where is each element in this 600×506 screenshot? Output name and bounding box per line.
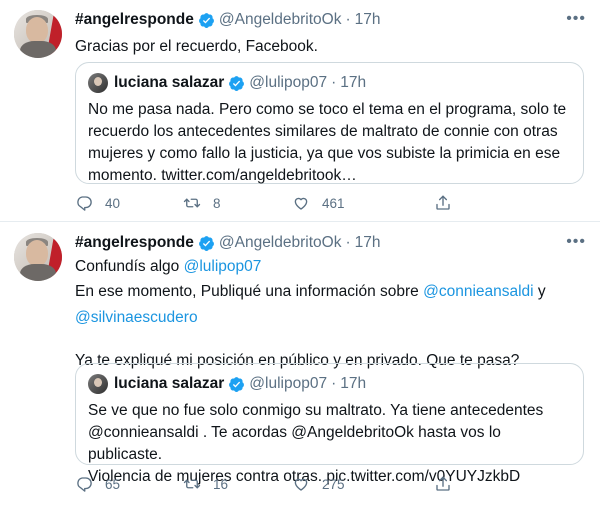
tweet-text-line: @silvinaescudero — [75, 307, 586, 329]
reply-count: 65 — [105, 476, 121, 492]
like-button[interactable]: 275 — [292, 475, 434, 493]
mention-link[interactable]: @lulipop07 — [184, 258, 262, 275]
retweet-button[interactable]: 8 — [183, 194, 292, 212]
reply-button[interactable]: 40 — [75, 194, 183, 212]
author-name[interactable]: #angelresponde — [75, 234, 194, 252]
share-button[interactable] — [434, 194, 452, 212]
author-avatar[interactable] — [14, 233, 62, 281]
text-segment: y — [533, 283, 546, 300]
quoted-text-line: @connieansaldi . Te acordas @Angeldebrit… — [88, 424, 501, 463]
tweet-actions: 40 8 461 — [75, 194, 505, 212]
quoted-tweet-header: luciana salazar @lulipop07 · 17h — [88, 374, 366, 394]
author-name[interactable]: #angelresponde — [75, 11, 194, 29]
quoted-author-avatar — [88, 73, 108, 93]
like-count: 275 — [322, 476, 345, 492]
tweet-body: #angelresponde @AngeldebritoOk · 17h •••… — [75, 233, 586, 372]
quoted-author-handle: @lulipop07 — [249, 375, 328, 392]
share-button[interactable] — [434, 475, 452, 493]
tweet-text: Gracias por el recuerdo, Facebook. — [75, 36, 586, 58]
share-icon — [436, 476, 450, 491]
more-icon[interactable]: ••• — [566, 10, 586, 28]
separator-dot: · — [331, 74, 337, 91]
tweet-text-line: En ese momento, Publiqué una información… — [75, 281, 586, 303]
reply-icon — [77, 196, 92, 211]
reply-icon — [77, 477, 92, 492]
verified-badge-icon — [198, 12, 214, 28]
like-button[interactable]: 461 — [292, 194, 434, 212]
like-icon — [294, 197, 308, 210]
retweet-button[interactable]: 16 — [183, 475, 292, 493]
text-segment: En ese momento, Publiqué una información… — [75, 283, 424, 300]
reply-count: 40 — [105, 195, 121, 211]
separator-dot: · — [345, 11, 351, 28]
separator-dot: · — [331, 375, 337, 392]
quoted-tweet-text: No me pasa nada. Pero como se toco el te… — [88, 99, 571, 187]
mention-link[interactable]: @connieansaldi — [423, 283, 534, 300]
quoted-text-line: mujeres y como fallo la justicia, ya que… — [88, 145, 561, 162]
tweet-actions: 65 16 275 — [75, 475, 505, 493]
verified-badge-icon — [229, 376, 245, 392]
quoted-tweet-time: 17h — [340, 375, 367, 392]
tweet-body: #angelresponde @AngeldebritoOk · 17h •••… — [75, 10, 586, 58]
share-icon — [436, 195, 450, 210]
tweet-text-line: Gracias por el recuerdo, Facebook. — [75, 38, 318, 55]
author-handle[interactable]: @AngeldebritoOk — [219, 234, 342, 252]
tweet-time[interactable]: 17h — [355, 11, 381, 29]
author-handle[interactable]: @AngeldebritoOk — [219, 11, 342, 29]
quoted-text-line: No me pasa nada. Pero como se toco el te… — [88, 101, 567, 118]
quoted-author-handle: @lulipop07 — [249, 74, 328, 91]
quoted-author-name: luciana salazar — [114, 375, 225, 392]
tweet-1[interactable]: #angelresponde @AngeldebritoOk · 17h •••… — [0, 0, 600, 222]
tweet-time[interactable]: 17h — [355, 234, 381, 252]
tweet-text-line: Confundís algo @lulipop07 — [75, 256, 586, 278]
quoted-text-line: momento. twitter.com/angeldebritook… — [88, 167, 357, 184]
text-segment: Confundís algo — [75, 258, 184, 275]
tweet-header: #angelresponde @AngeldebritoOk · 17h ••• — [75, 233, 586, 253]
quoted-tweet-header: luciana salazar @lulipop07 · 17h — [88, 73, 366, 93]
quoted-tweet[interactable]: luciana salazar @lulipop07 · 17h Se ve q… — [75, 363, 584, 485]
quoted-text-line: recuerdo los antecedentes similares de m… — [88, 123, 558, 140]
reply-button[interactable]: 65 — [75, 475, 183, 493]
more-icon[interactable]: ••• — [566, 233, 586, 251]
verified-badge-icon — [198, 235, 214, 251]
quoted-text-line: Se ve que no fue solo conmigo su maltrat… — [88, 402, 544, 419]
author-avatar[interactable] — [14, 10, 62, 58]
quoted-tweet-time: 17h — [340, 74, 367, 91]
retweet-count: 8 — [213, 195, 221, 211]
retweet-count: 16 — [213, 476, 229, 492]
tweet-text: Confundís algo @lulipop07 En ese momento… — [75, 256, 586, 372]
mention-link[interactable]: @silvinaescudero — [75, 309, 198, 326]
retweet-icon — [183, 198, 201, 208]
quoted-tweet[interactable]: luciana salazar @lulipop07 · 17h No me p… — [75, 62, 584, 184]
tweet-2[interactable]: #angelresponde @AngeldebritoOk · 17h •••… — [0, 223, 600, 506]
like-count: 461 — [322, 195, 345, 211]
quoted-author-avatar — [88, 374, 108, 394]
verified-badge-icon — [229, 75, 245, 91]
like-icon — [294, 478, 308, 491]
quoted-author-name: luciana salazar — [114, 74, 225, 91]
retweet-icon — [183, 479, 201, 489]
tweet-header: #angelresponde @AngeldebritoOk · 17h ••• — [75, 10, 586, 30]
separator-dot: · — [345, 234, 351, 251]
